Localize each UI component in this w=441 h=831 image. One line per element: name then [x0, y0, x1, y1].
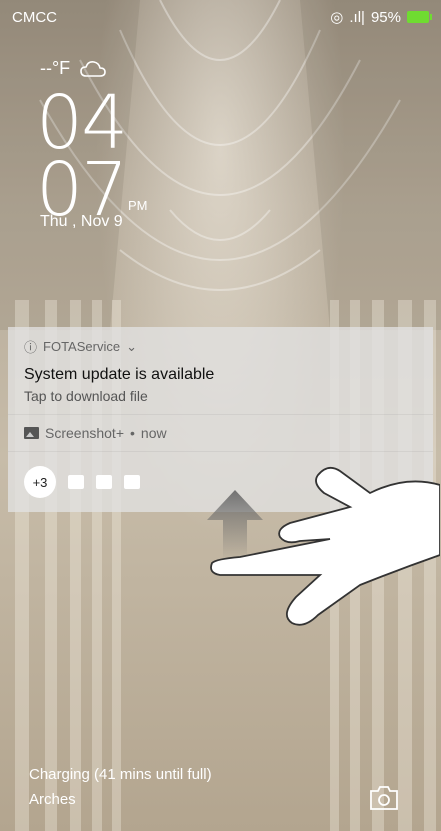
- status-bar: CMCC ◎ .ıl| 95%: [0, 0, 441, 34]
- clock-date: Thu , Nov 9: [40, 213, 123, 230]
- notification-separator: •: [130, 425, 135, 441]
- notification-app-name: Screenshot+: [45, 425, 124, 441]
- notification-text: Tap to download file: [24, 388, 148, 404]
- chevron-down-icon[interactable]: ⌄: [126, 339, 137, 355]
- charging-status: Charging (41 mins until full): [29, 766, 212, 783]
- image-icon: [24, 427, 39, 439]
- notification-app-header: Screenshot+ • now: [24, 425, 417, 441]
- battery-icon: [407, 11, 432, 23]
- image-icon: [68, 475, 84, 489]
- notification-app-name: FOTAService: [43, 339, 121, 354]
- notification-title: System update is available: [24, 366, 215, 383]
- notification-app-header: ⓘ FOTAService ⌄: [24, 337, 417, 356]
- battery-percent: 95%: [370, 8, 401, 26]
- download-icon: ⓘ: [24, 340, 38, 355]
- weather[interactable]: --°F: [40, 58, 106, 79]
- notification-screenshot[interactable]: Screenshot+ • now: [8, 415, 433, 452]
- more-notifications-badge[interactable]: +3: [24, 466, 56, 498]
- status-icons: ◎ .ıl| 95%: [330, 8, 432, 26]
- carrier-name: CMCC: [12, 8, 57, 26]
- temperature: --°F: [40, 58, 71, 78]
- sd-card-icon: [124, 475, 140, 489]
- notification-fota[interactable]: ⓘ FOTAService ⌄ System update is availab…: [8, 327, 433, 415]
- wallpaper-name: Arches: [29, 791, 76, 808]
- cloud-icon: [80, 60, 106, 77]
- sync-icon: ◎: [330, 9, 344, 26]
- signal-icon: .ıl|: [349, 8, 365, 26]
- photo-icon: [96, 475, 112, 489]
- hand-gesture-icon: [210, 466, 440, 626]
- clock-ampm: PM: [128, 198, 148, 213]
- clock[interactable]: 04 07: [36, 86, 128, 226]
- notification-time: now: [140, 425, 167, 441]
- camera-icon[interactable]: [369, 785, 399, 811]
